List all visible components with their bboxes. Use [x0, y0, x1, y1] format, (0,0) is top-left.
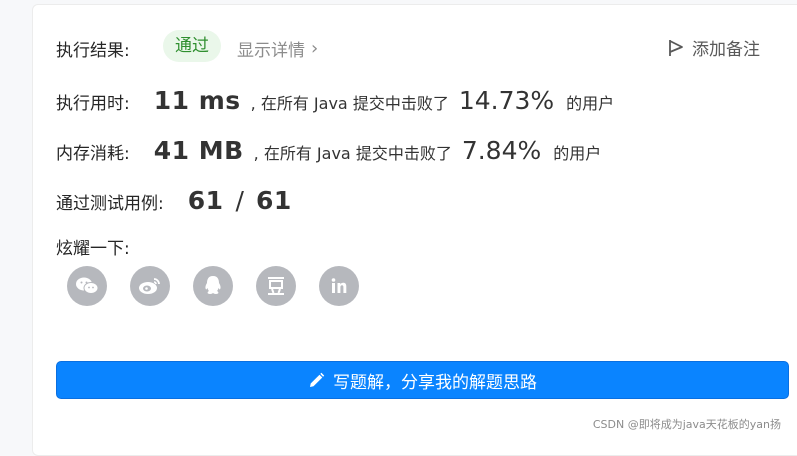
memory-value: 41 MB	[153, 136, 244, 165]
runtime-percent: 14.73%	[458, 86, 555, 115]
memory-suffix: 的用户	[553, 144, 602, 163]
add-note-button[interactable]: 添加备注	[668, 35, 760, 60]
memory-beat-text: , 在所有 Java 提交中击败了	[253, 144, 452, 163]
write-solution-label: 写题解，分享我的解题思路	[333, 372, 537, 393]
tests-separator: /	[235, 186, 244, 215]
weibo-icon[interactable]	[130, 266, 170, 306]
result-row: 执行结果:	[56, 36, 130, 61]
qq-icon[interactable]	[193, 266, 233, 306]
status-badge: 通过	[163, 30, 221, 62]
tests-label: 通过测试用例:	[56, 194, 164, 214]
runtime-value: 11 ms	[153, 86, 241, 115]
memory-percent: 7.84%	[461, 136, 542, 165]
runtime-suffix: 的用户	[566, 94, 615, 113]
runtime-row: 执行用时: 11 ms , 在所有 Java 提交中击败了 14.73% 的用户	[56, 86, 614, 115]
tests-passed: 61	[187, 186, 224, 215]
add-note-label: 添加备注	[692, 40, 760, 60]
wechat-icon[interactable]	[67, 266, 107, 306]
share-icons	[67, 266, 359, 306]
runtime-beat-text: , 在所有 Java 提交中击败了	[250, 94, 449, 113]
share-label: 炫耀一下:	[56, 239, 130, 259]
show-details-link[interactable]: 显示详情 ›	[237, 36, 318, 61]
tests-row: 通过测试用例: 61 / 61	[56, 186, 292, 215]
pencil-icon	[310, 372, 325, 387]
runtime-label: 执行用时:	[56, 94, 130, 114]
chevron-right-icon: ›	[311, 38, 319, 59]
watermark: CSDN @即将成为java天花板的yan扬	[592, 418, 781, 431]
show-details-label: 显示详情	[237, 41, 305, 61]
result-label: 执行结果:	[56, 41, 130, 61]
write-solution-button[interactable]: 写题解，分享我的解题思路	[56, 361, 789, 399]
share-row: 炫耀一下:	[56, 234, 130, 259]
linkedin-icon[interactable]	[319, 266, 359, 306]
flag-icon	[669, 39, 683, 56]
douban-icon[interactable]	[256, 266, 296, 306]
tests-total: 61	[255, 186, 292, 215]
memory-row: 内存消耗: 41 MB , 在所有 Java 提交中击败了 7.84% 的用户	[56, 136, 601, 165]
memory-label: 内存消耗:	[56, 144, 130, 164]
